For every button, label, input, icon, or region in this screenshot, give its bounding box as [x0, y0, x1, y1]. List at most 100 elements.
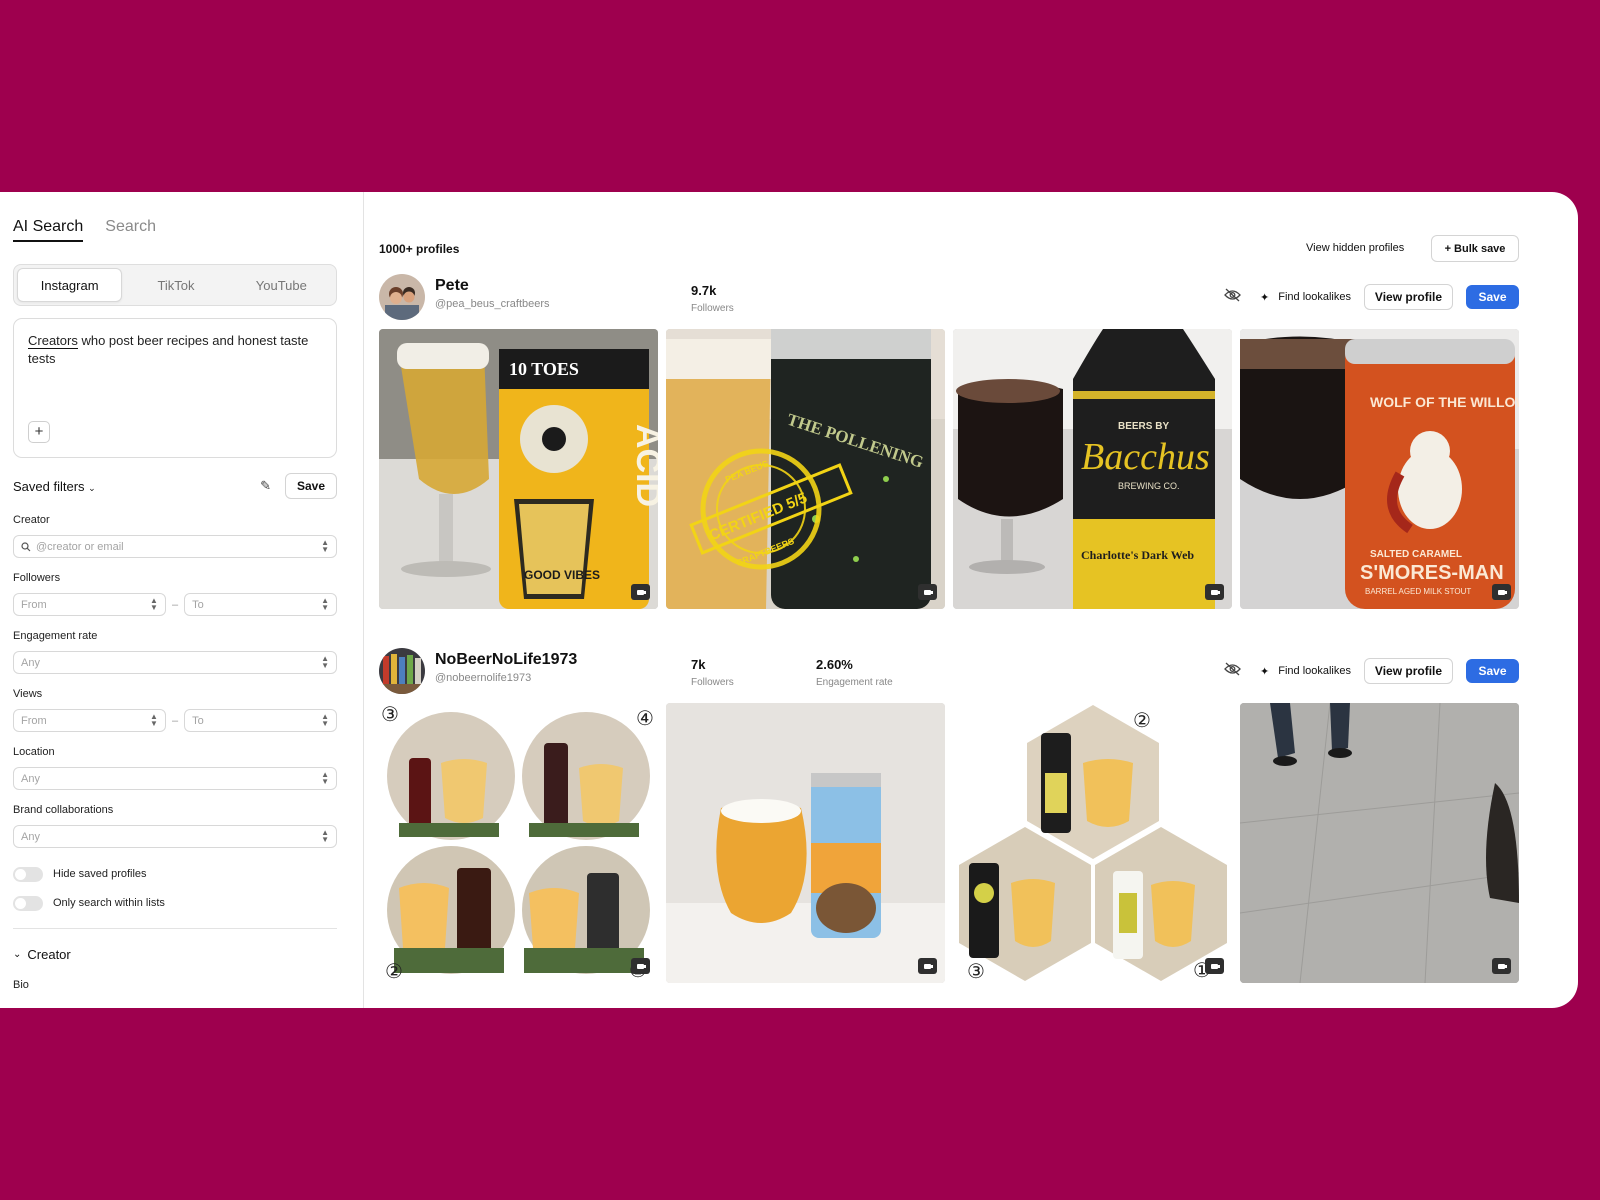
saved-filters-dropdown[interactable]: Saved filters ⌄ [13, 479, 260, 494]
collage-number: ③ [381, 703, 399, 726]
engagement-select[interactable]: Any ▲ ▼ [13, 651, 337, 674]
toggle-switch[interactable] [13, 895, 43, 911]
label-co-text: BREWING CO. [1118, 481, 1180, 491]
views-range: From ▲ ▼ – To ▲ ▼ [13, 709, 337, 732]
profile-handle: @pea_beus_craftbeers [435, 298, 550, 310]
video-icon [1205, 958, 1224, 974]
tab-ai-search[interactable]: AI Search [13, 218, 84, 242]
from-placeholder: From [21, 714, 47, 727]
sparkle-icon: ✦ [1260, 665, 1270, 678]
views-label: Views [13, 688, 43, 700]
save-profile-button[interactable]: Save [1466, 659, 1519, 683]
collage-number: ③ [967, 959, 985, 983]
profile-name[interactable]: NoBeerNoLife1973 [435, 651, 577, 669]
updown-icon: ▲ ▼ [321, 654, 329, 670]
updown-icon: ▲ ▼ [321, 712, 329, 728]
to-placeholder: To [192, 598, 204, 611]
sidebar: AI Search Search Instagram TikTok YouTub… [0, 192, 364, 1008]
view-profile-button[interactable]: View profile [1364, 284, 1453, 310]
toggle-label: Only search within lists [53, 897, 165, 909]
views-from[interactable]: From ▲ ▼ [13, 709, 166, 732]
label-name-text: Charlotte's Dark Web [1081, 548, 1194, 562]
pencil-icon[interactable]: ✎ [260, 478, 271, 494]
creator-placeholder: @creator or email [36, 540, 124, 553]
can-title-text: WOLF OF THE WILLOWS [1370, 394, 1519, 410]
saved-filters-row: Saved filters ⌄ ✎ Save [13, 472, 337, 500]
views-to[interactable]: To ▲ ▼ [184, 709, 337, 732]
post-grid: 10 TOES ACID GOOD VIBES THE POLLENING CE… [379, 329, 1519, 609]
collage-number: ② [1133, 708, 1151, 732]
chevron-down-icon: ⌄ [13, 949, 22, 960]
toggle-label: Hide saved profiles [53, 868, 147, 880]
eye-off-icon[interactable] [1224, 662, 1241, 680]
tab-search[interactable]: Search [105, 218, 156, 242]
view-profile-button[interactable]: View profile [1364, 658, 1453, 684]
avatar[interactable] [379, 648, 425, 694]
creator-label: Creator [13, 514, 50, 526]
can-sub-text: GOOD VIBES [524, 568, 600, 582]
platform-youtube[interactable]: YouTube [230, 268, 333, 302]
engagement-stat: 2.60% Engagement rate [816, 657, 893, 690]
add-button[interactable]: + [28, 421, 50, 443]
sparkle-icon: ✦ [1260, 291, 1270, 304]
saved-filters-label: Saved filters [13, 478, 85, 494]
platform-instagram[interactable]: Instagram [17, 268, 123, 302]
followers-value: 7k [691, 657, 706, 672]
brand-select[interactable]: Any ▲ ▼ [13, 825, 337, 848]
search-icon [21, 541, 31, 551]
followers-from[interactable]: From ▲ ▼ [13, 593, 166, 616]
save-profile-button[interactable]: Save [1466, 285, 1519, 309]
from-placeholder: From [21, 598, 47, 611]
post-thumbnail[interactable] [666, 703, 945, 983]
post-thumbnail[interactable]: BEERS BY Bacchus BREWING CO. Charlotte's… [953, 329, 1232, 609]
engagement-caption: Engagement rate [816, 677, 893, 688]
followers-label: Followers [13, 572, 61, 584]
video-icon [631, 584, 650, 600]
view-hidden-profiles-link[interactable]: View hidden profiles [1306, 242, 1404, 254]
post-thumbnail[interactable]: ② ③ ① [953, 703, 1232, 983]
save-filter-button[interactable]: Save [285, 473, 337, 499]
collage-number: ② [385, 959, 403, 983]
post-thumbnail[interactable]: 10 TOES ACID GOOD VIBES [379, 329, 658, 609]
platform-switcher: Instagram TikTok YouTube [13, 264, 337, 306]
video-icon [1492, 584, 1511, 600]
brand-label: Brand collaborations [13, 804, 114, 816]
video-icon [918, 958, 937, 974]
toggle-switch[interactable] [13, 866, 43, 882]
range-dash: – [171, 714, 179, 727]
find-lookalikes-button[interactable]: ✦ Find lookalikes [1260, 291, 1351, 304]
can-big-text: ACID [629, 424, 658, 507]
updown-icon: ▲ ▼ [321, 538, 329, 554]
updown-icon: ▲ ▼ [321, 770, 329, 786]
post-thumbnail[interactable]: WOLF OF THE WILLOWS SALTED CARAMEL S'MOR… [1240, 329, 1519, 609]
any-placeholder: Any [21, 830, 40, 843]
toggle-lists-only[interactable]: Only search within lists [13, 894, 337, 912]
bulk-save-button[interactable]: + Bulk save [1431, 235, 1519, 262]
post-thumbnail[interactable]: THE POLLENING CERTIFIED 5/5 PEA BEUS CRA… [666, 329, 945, 609]
profile-header: NoBeerNoLife1973 @nobeernolife1973 7k Fol… [379, 648, 1519, 696]
avatar[interactable] [379, 274, 425, 320]
followers-to[interactable]: To ▲ ▼ [184, 593, 337, 616]
profile-actions: ✦ Find lookalikes View profile Save [1224, 658, 1519, 684]
video-icon [1492, 958, 1511, 974]
post-thumbnail[interactable] [1240, 703, 1519, 983]
can-sub-text: BARREL AGED MILK STOUT [1365, 587, 1471, 596]
location-select[interactable]: Any ▲ ▼ [13, 767, 337, 790]
profile-name[interactable]: Pete [435, 277, 469, 295]
find-lookalikes-label: Find lookalikes [1278, 665, 1351, 677]
toggle-hide-saved[interactable]: Hide saved profiles [13, 865, 337, 883]
results-count: 1000+ profiles [379, 242, 460, 256]
platform-tiktok[interactable]: TikTok [124, 268, 227, 302]
post-thumbnail[interactable]: ③ ④ ② ① [379, 703, 658, 983]
followers-range: From ▲ ▼ – To ▲ ▼ [13, 593, 337, 616]
find-lookalikes-button[interactable]: ✦ Find lookalikes [1260, 665, 1351, 678]
ai-prompt-input[interactable]: Creators who post beer recipes and hones… [13, 318, 337, 458]
creator-field[interactable]: @creator or email ▲ ▼ [13, 535, 337, 558]
video-icon [1205, 584, 1224, 600]
bio-label: Bio [13, 979, 29, 991]
eye-off-icon[interactable] [1224, 288, 1241, 306]
to-placeholder: To [192, 714, 204, 727]
app-window: AI Search Search Instagram TikTok YouTub… [0, 192, 1578, 1008]
profile-card: Pete @pea_beus_craftbeers 9.7k Followers … [379, 274, 1519, 609]
creator-section-header[interactable]: ⌄ Creator [13, 947, 337, 962]
